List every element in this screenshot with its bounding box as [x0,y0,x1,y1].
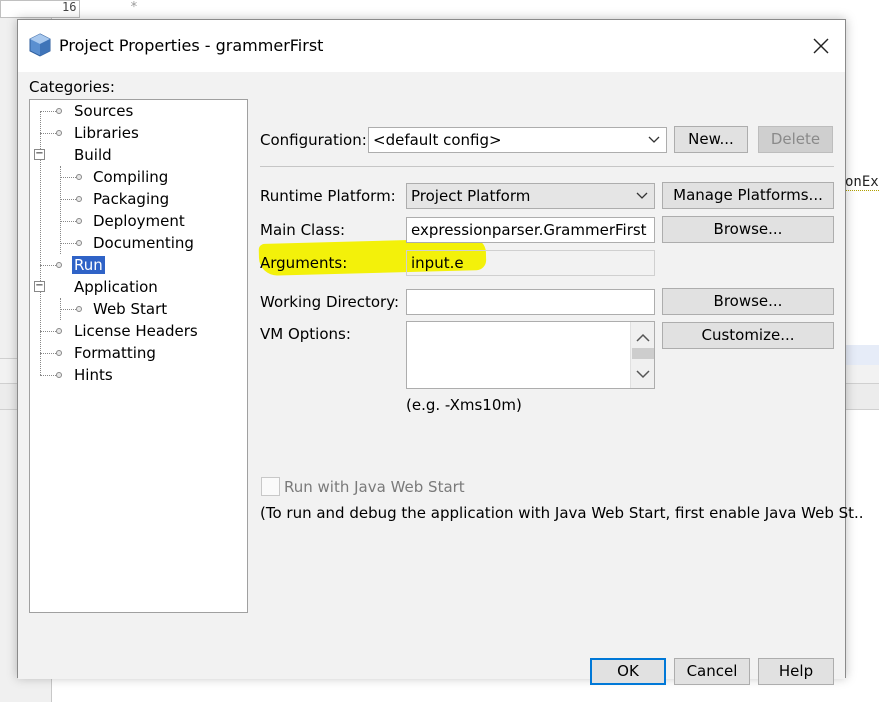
netbeans-cube-icon [29,33,51,61]
categories-label: Categories: [29,78,115,96]
vm-options-hint: (e.g. -Xms10m) [406,396,522,414]
working-directory-browse-button[interactable]: Browse... [662,288,834,315]
tree-node-icon [56,328,62,334]
project-properties-dialog: Project Properties - grammerFirst Catego… [17,19,864,685]
ide-code-fragment: onEx [845,174,879,191]
ide-code-comment: * [130,0,138,15]
working-directory-label: Working Directory: [260,293,400,311]
vm-options-textarea[interactable] [406,321,655,389]
tree-node-icon [76,174,82,180]
scroll-up-icon[interactable] [636,333,650,342]
tree-node-icon [56,350,62,356]
tree-item-documenting[interactable]: Documenting [93,232,194,254]
main-class-input[interactable]: expressionparser.GrammerFirst [406,217,655,243]
main-class-label: Main Class: [260,221,346,239]
tree-node-icon [76,240,82,246]
divider [260,166,834,167]
tree-item-formatting[interactable]: Formatting [74,342,156,364]
ok-button[interactable]: OK [590,658,666,685]
delete-config-button[interactable]: Delete [758,126,833,153]
arguments-label: Arguments: [260,254,348,272]
configuration-select[interactable]: <default config> [368,127,667,153]
arguments-input[interactable]: input.e [406,250,655,276]
tree-item-label: Formatting [74,344,156,362]
tree-item-application[interactable]: Application [74,276,158,298]
run-with-web-start-label: Run with Java Web Start [284,478,465,496]
tree-item-web-start[interactable]: Web Start [93,298,167,320]
tree-item-license-headers[interactable]: License Headers [74,320,198,342]
close-button[interactable] [797,20,845,72]
dialog-title: Project Properties - grammerFirst [59,36,324,55]
manage-platforms-button[interactable]: Manage Platforms... [662,182,834,209]
configuration-value: <default config> [373,131,502,149]
tree-item-label: Run [72,256,105,274]
tree-item-label: License Headers [74,322,198,340]
tree-item-label: Documenting [93,234,194,252]
tree-node-icon [56,130,62,136]
web-start-note: (To run and debug the application with J… [260,504,864,522]
tree-item-label: Libraries [74,124,139,142]
help-button[interactable]: Help [758,658,834,685]
tree-item-deployment[interactable]: Deployment [93,210,185,232]
dialog-content: Categories: − − Sources Libraries Build … [18,72,864,685]
runtime-platform-label: Runtime Platform: [260,187,396,205]
collapse-toggle-icon[interactable]: − [34,281,45,292]
chevron-down-icon [648,128,660,159]
tree-node-icon [76,306,82,312]
tree-item-run[interactable]: Run [72,254,105,276]
tree-item-label: Sources [74,102,134,120]
runtime-platform-select[interactable]: Project Platform [406,183,655,209]
tree-item-label: Application [74,278,158,296]
tree-item-packaging[interactable]: Packaging [93,188,169,210]
cancel-button[interactable]: Cancel [674,658,750,685]
working-directory-input[interactable] [406,289,655,315]
tree-item-label: Compiling [93,168,169,186]
scroll-down-icon[interactable] [636,370,650,379]
tree-node-icon [56,372,62,378]
tree-guide-line [60,166,61,254]
categories-tree[interactable]: − − Sources Libraries Build Compiling Pa… [29,99,248,613]
tree-item-label: Packaging [93,190,170,208]
vm-options-label: VM Options: [260,325,351,343]
ide-highlight-line [846,345,879,365]
customize-button[interactable]: Customize... [662,322,834,349]
tree-item-label: Build [74,146,112,164]
chevron-down-icon [636,184,648,215]
tree-item-label: Hints [74,366,113,384]
run-with-web-start-checkbox[interactable] [261,477,280,496]
new-config-button[interactable]: New... [674,126,748,153]
tree-node-icon [76,196,82,202]
tree-node-icon [56,262,62,268]
close-icon [813,38,829,54]
tree-item-libraries[interactable]: Libraries [74,122,139,144]
title-bar: Project Properties - grammerFirst [18,20,845,72]
tree-item-sources[interactable]: Sources [74,100,133,122]
tree-item-build[interactable]: Build [74,144,112,166]
collapse-toggle-icon[interactable]: − [34,149,45,160]
tree-item-hints[interactable]: Hints [74,364,113,386]
tree-item-label: Web Start [93,300,168,318]
main-class-browse-button[interactable]: Browse... [662,216,834,243]
ide-line-number: 16 [62,0,77,14]
tree-node-icon [56,108,62,114]
tree-item-label: Deployment [93,212,185,230]
tree-item-compiling[interactable]: Compiling [93,166,168,188]
vm-options-scrollbar[interactable] [630,322,654,388]
tree-node-icon [76,218,82,224]
runtime-platform-value: Project Platform [411,187,531,205]
configuration-label: Configuration: [260,131,367,149]
